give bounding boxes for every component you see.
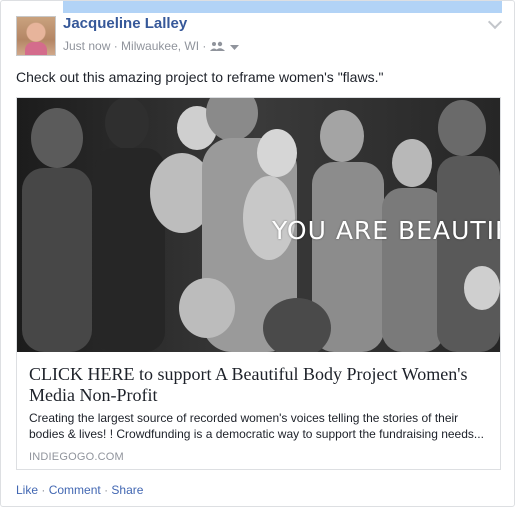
link-preview[interactable]: YOU ARE BEAUTIFUL CLICK HERE to support … bbox=[16, 97, 501, 470]
action-separator: · bbox=[104, 483, 109, 497]
link-title[interactable]: CLICK HERE to support A Beautiful Body P… bbox=[29, 364, 489, 406]
post-meta: Just now · Milwaukee, WI · bbox=[63, 39, 239, 54]
avatar[interactable] bbox=[16, 16, 56, 56]
chevron-down-icon bbox=[229, 44, 239, 50]
like-button[interactable]: Like bbox=[16, 483, 38, 497]
highlight-bar bbox=[63, 1, 502, 13]
status-text: Check out this amazing project to refram… bbox=[16, 69, 384, 85]
link-preview-image[interactable]: YOU ARE BEAUTIFUL bbox=[17, 98, 500, 352]
comment-button[interactable]: Comment bbox=[49, 483, 101, 497]
share-button[interactable]: Share bbox=[111, 483, 143, 497]
timestamp[interactable]: Just now bbox=[63, 39, 110, 53]
audience-selector[interactable] bbox=[209, 40, 239, 54]
avatar-shirt bbox=[25, 42, 47, 55]
post-card: Jacqueline Lalley Just now · Milwaukee, … bbox=[0, 0, 515, 507]
location[interactable]: Milwaukee, WI bbox=[121, 39, 199, 53]
link-domain: INDIEGOGO.COM bbox=[29, 451, 124, 463]
friends-icon bbox=[209, 41, 225, 51]
meta-separator: · bbox=[113, 39, 118, 53]
action-separator: · bbox=[41, 483, 46, 497]
post-actions: Like · Comment · Share bbox=[16, 483, 143, 497]
image-overlay-text: YOU ARE BEAUTIFUL bbox=[272, 216, 500, 245]
post-menu-chevron-icon[interactable] bbox=[487, 14, 503, 30]
meta-separator: · bbox=[202, 39, 207, 53]
author-name[interactable]: Jacqueline Lalley bbox=[63, 15, 187, 32]
link-description: Creating the largest source of recorded … bbox=[29, 411, 484, 441]
